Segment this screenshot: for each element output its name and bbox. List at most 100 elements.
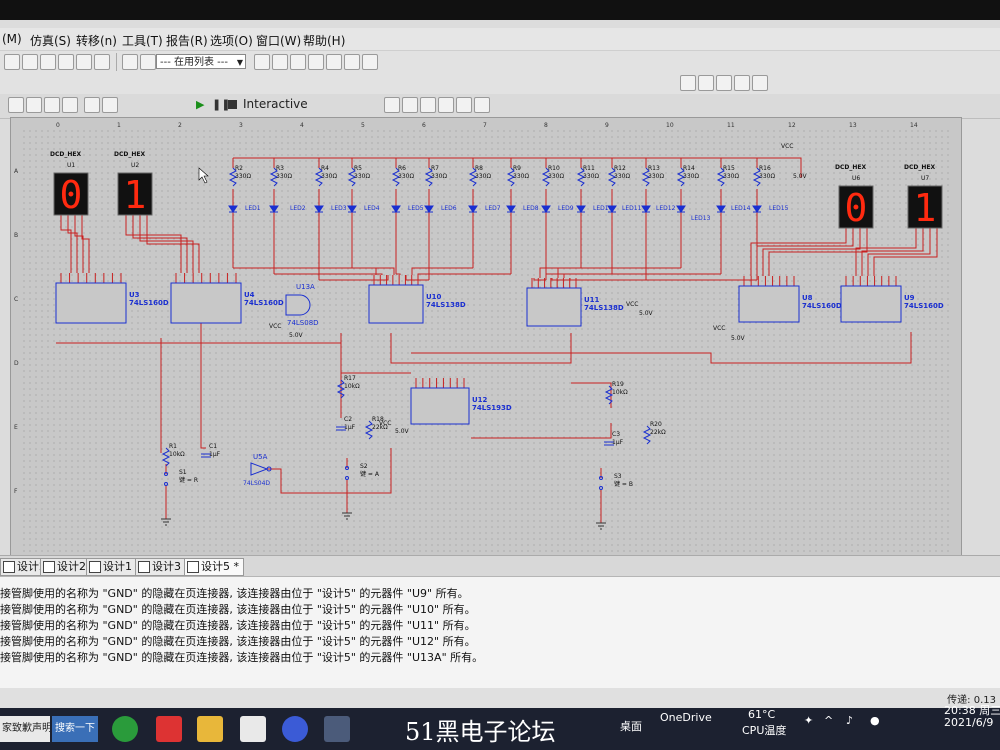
multisim-icon[interactable] (324, 716, 350, 742)
wifi-icon[interactable]: ✦ (804, 714, 813, 727)
print-icon[interactable] (58, 54, 74, 70)
schematic-canvas[interactable]: 0 1 2 3 4 5 6 7 8 9 10 11 12 13 14 A B C D E F DCD_HEX U1 0 DCD_… (10, 117, 962, 569)
new-icon[interactable] (4, 54, 20, 70)
volume-icon[interactable]: ♪ (846, 714, 853, 727)
probe-icon[interactable] (326, 54, 342, 70)
chip-part: 74LS193D (472, 404, 512, 412)
vivado-icon[interactable] (240, 716, 266, 742)
passive-value: 1μF (344, 424, 356, 431)
display-digit: 0 (845, 186, 868, 230)
led-label: LED6 (441, 205, 457, 212)
led-label: LED14 (731, 205, 751, 212)
led-label: LED4 (364, 205, 380, 212)
fullscreen-icon[interactable] (752, 75, 768, 91)
tab-design1[interactable]: 设计1 (86, 558, 137, 576)
tab-design3[interactable]: 设计3 (135, 558, 186, 576)
resistor-ref: R13 (648, 165, 660, 172)
column-number: 11 (727, 122, 735, 129)
open-icon[interactable] (22, 54, 38, 70)
clock-date[interactable]: 2021/6/9 (944, 716, 993, 729)
component-icon[interactable] (140, 54, 156, 70)
menu-item-help[interactable]: 帮助(H) (303, 32, 345, 49)
tab-design2[interactable]: 设计2 (40, 558, 91, 576)
ic-package (55, 282, 127, 324)
resistor-ref: R8 (475, 165, 483, 172)
folder-icon[interactable] (197, 716, 223, 742)
pin-icon[interactable] (44, 97, 60, 113)
zoom-out-icon[interactable] (698, 75, 714, 91)
display-type-label: DCD_HEX (50, 151, 81, 158)
display-type-label: DCD_HEX (904, 164, 935, 171)
menu-item-reports[interactable]: 报告(R) (166, 32, 208, 49)
app-icon[interactable] (156, 716, 182, 742)
resistor-ref: R7 (431, 165, 439, 172)
taskbar-search[interactable]: 搜索一下 (52, 716, 98, 742)
led-label: LED1 (245, 205, 261, 212)
instrument-icon[interactable] (438, 97, 454, 113)
zoom-area-icon[interactable] (716, 75, 732, 91)
interactive-mode-label: Interactive (243, 97, 308, 111)
tray-app-icon[interactable]: ● (870, 714, 880, 727)
chip-ref: U8 (802, 294, 813, 302)
chevron-up-icon[interactable]: ^ (824, 714, 833, 727)
grid-icon[interactable] (76, 54, 92, 70)
tab-design5[interactable]: 设计5 * (184, 558, 244, 576)
schematic-icon (89, 561, 101, 573)
instrument-icon[interactable] (402, 97, 418, 113)
switch-ref: S2 (360, 463, 368, 470)
column-number: 2 (178, 122, 182, 129)
vcc-voltage: 5.0V (395, 428, 410, 435)
menu-item-options[interactable]: 选项(O) (210, 32, 253, 49)
menu-item-partial[interactable]: (M) (2, 32, 22, 46)
bluetooth-icon[interactable] (26, 97, 42, 113)
onedrive-label[interactable]: OneDrive (660, 711, 712, 724)
menu-item-transfer[interactable]: 转移(n) (76, 32, 117, 49)
find-icon[interactable] (344, 54, 360, 70)
menu-item-window[interactable]: 窗口(W) (256, 32, 301, 49)
flag-icon[interactable] (62, 97, 78, 113)
passive-value: 10kΩ (612, 389, 628, 396)
output-line: 接管脚使用的名称为 "GND" 的隐藏在页连接器, 该连接器由位于 "设计5" … (0, 651, 484, 664)
save-icon[interactable] (40, 54, 56, 70)
instrument-icon[interactable] (384, 97, 400, 113)
in-use-list-select[interactable]: --- 在用列表 --- ▼ (156, 54, 246, 69)
eye-icon[interactable] (8, 97, 24, 113)
resistor-value: 330Ω (548, 173, 564, 180)
menu-item-tools[interactable]: 工具(T) (122, 32, 163, 49)
zoom-fit-icon[interactable] (734, 75, 750, 91)
instrument-icon[interactable] (456, 97, 472, 113)
graph-icon[interactable] (308, 54, 324, 70)
zoom-in-icon[interactable] (680, 75, 696, 91)
led-label: LED8 (523, 205, 539, 212)
stop-simulation-button[interactable] (228, 100, 237, 109)
run-simulation-button[interactable]: ▶ (196, 98, 204, 111)
led-label: LED5 (408, 205, 424, 212)
text-icon[interactable] (290, 54, 306, 70)
list-icon[interactable] (84, 97, 100, 113)
instrument-icon[interactable] (420, 97, 436, 113)
wps-icon[interactable] (282, 716, 308, 742)
status-bar: 传递: 0.13 (0, 688, 1000, 708)
resistor-value: 330Ω (235, 173, 251, 180)
wire-icon[interactable] (254, 54, 270, 70)
bus-icon[interactable] (272, 54, 288, 70)
hierarchy-icon[interactable] (122, 54, 138, 70)
led-label: LED3 (331, 205, 347, 212)
ic-package (368, 284, 424, 324)
desktop-label[interactable]: 桌面 (620, 718, 642, 734)
display-digit: 1 (914, 186, 937, 230)
spreadsheet-icon[interactable] (94, 54, 110, 70)
instrument-icon[interactable] (474, 97, 490, 113)
chip-part: 74LS08D (287, 319, 319, 327)
function-icon[interactable] (102, 97, 118, 113)
schematic-svg[interactable]: 0 1 2 3 4 5 6 7 8 9 10 11 12 13 14ABCDEFDCD_HEXU10DCD_… (11, 118, 961, 568)
vcc-label: VCC (626, 301, 638, 308)
menu-item-simulate[interactable]: 仿真(S) (30, 32, 71, 49)
help-icon[interactable] (362, 54, 378, 70)
passive-ref: C2 (344, 416, 352, 423)
browser-icon[interactable] (112, 716, 138, 742)
resistor-value: 330Ω (648, 173, 664, 180)
column-number: 3 (239, 122, 243, 129)
taskbar-notice[interactable]: 家致歉声明 (0, 716, 50, 742)
passive-ref: R17 (344, 375, 356, 382)
